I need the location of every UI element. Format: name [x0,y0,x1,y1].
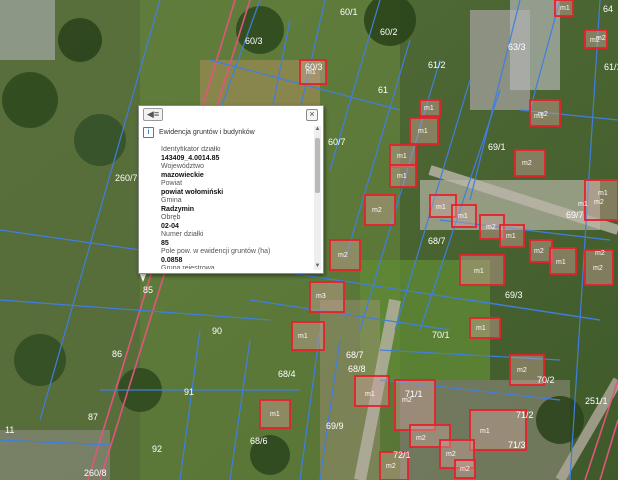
building-label: m2 [594,199,604,206]
parcel-number-label: 92 [152,444,162,454]
building-label: m1 [458,213,468,220]
parcel-number-label: 70/1 [432,330,450,340]
parcel-number-label: 68/4 [278,369,296,379]
attribute-value: 0.0858 [161,256,183,264]
attribute-label: Gmina [161,197,182,204]
building-label: m2 [534,248,544,255]
parcel-number-label: 69/9 [326,421,344,431]
parcel-number-label: 87 [88,412,98,422]
parcel-number-label: 61/1 [604,62,618,72]
building-label: m3 [316,293,326,300]
building-label: m2 [402,397,412,404]
parcel-number-label: 60/3 [245,36,263,46]
scroll-thumb[interactable] [315,138,320,193]
popup-header: ◀≡ × [139,106,323,122]
building-label: m2 [460,466,470,473]
scroll-down-icon[interactable]: ▼ [314,263,321,270]
building-label: m1 [306,69,316,76]
attribute-value: 143409_4.0014.85 [161,154,220,162]
parcel-number-label: 251/1 [585,396,608,406]
building-label: m1 [397,153,407,160]
feature-info-popup: ◀≡ × i Ewidencja gruntów i budynków Ident… [138,105,324,274]
building-label: m1 [474,268,484,275]
parcel-number-label: 69/7 [566,210,584,220]
building-label: m1 [534,113,544,120]
attribute-list[interactable]: Identyfikator działki 143409_4.0014.85 Woj… [161,146,309,269]
building-label: m1 [560,5,570,12]
building-label: m1 [270,411,280,418]
attribute-value: Radzymin [161,205,195,213]
attribute-label: Województwo [161,163,205,170]
parcel-number-label: 68/6 [250,436,268,446]
parcel-number-label: 60/7 [328,137,346,147]
building-label: m1 [556,259,566,266]
parcel-number-label: 61 [378,85,388,95]
close-icon[interactable]: × [306,109,318,121]
building-label: m1 [418,128,428,135]
building-label: m2 [372,207,382,214]
building-label: m1 [506,233,516,240]
attribute-label: Grupa rejestrowa [161,265,215,269]
attribute-label: Powiat [161,180,183,187]
parcel-number-label: 60/2 [380,27,398,37]
popup-title-row: i Ewidencja gruntów i budynków [143,126,313,140]
parcel-number-label: 69/1 [488,142,506,152]
attribute-label: Pole pow. w ewidencji gruntów (ha) [161,248,271,255]
parcel-number-label: 71/3 [508,440,526,450]
attribute-label: Numer działki [161,231,204,238]
popup-scrollbar[interactable]: ▲ ▼ [314,126,321,270]
popup-title: Ewidencja gruntów i budynków [159,129,255,136]
parcel-number-label: 260/7 [115,173,138,183]
building-label: m2 [596,35,606,42]
building-label: m1 [480,428,490,435]
building-label: m2 [595,250,605,257]
attribute-value: 02-04 [161,222,179,230]
building-label: m2 [386,463,396,470]
building-label: m1 [298,333,308,340]
parcel-number-label: 63/3 [508,42,526,52]
parcel-number-label: 260/8 [84,468,107,478]
parcel-number-label: 11 [5,425,14,435]
building-label: m1 [436,204,446,211]
parcel-number-label: 60/1 [340,7,358,17]
parcel-number-label: 90 [212,326,222,336]
building-label: m1 [598,190,608,197]
attribute-value: mazowieckie [161,171,204,179]
attribute-label: Identyfikator działki [161,146,221,153]
parcel-number-label: 61/2 [428,60,446,70]
parcel-number-label: 72/1 [393,450,411,460]
building-label: m2 [486,224,496,231]
building-label: m2 [517,367,527,374]
parcel-number-label: 68/7 [428,236,446,246]
building-label: m2 [416,435,426,442]
building-label: m2 [446,451,456,458]
info-icon: i [143,126,154,138]
parcel-number-label: 68/8 [348,364,366,374]
parcel-number-label: 91 [184,387,194,397]
attribute-value: powiat wołomiński [161,188,224,196]
parcel-number-label: 71/2 [516,410,534,420]
parcel-number-label: 68/7 [346,350,364,360]
scroll-up-icon[interactable]: ▲ [314,126,321,133]
back-arrow-icon[interactable]: ◀≡ [143,108,163,121]
parcel-number-label: 85 [143,285,153,295]
building-label: m2 [522,160,532,167]
parcel-number-label: 70/2 [537,375,555,385]
building-label: m1 [578,201,588,208]
attribute-value: 85 [161,239,169,247]
attribute-label: Obręb [161,214,181,221]
building-label: m1 [397,173,407,180]
building-label: m1 [424,105,434,112]
building-label: m2 [338,252,348,259]
building-label: m1 [365,391,375,398]
building-label: m2 [593,265,603,272]
parcel-number-label: 64 [603,4,613,14]
building-label: m1 [476,325,486,332]
parcel-number-label: 69/3 [505,290,523,300]
parcel-number-label: 86 [112,349,122,359]
